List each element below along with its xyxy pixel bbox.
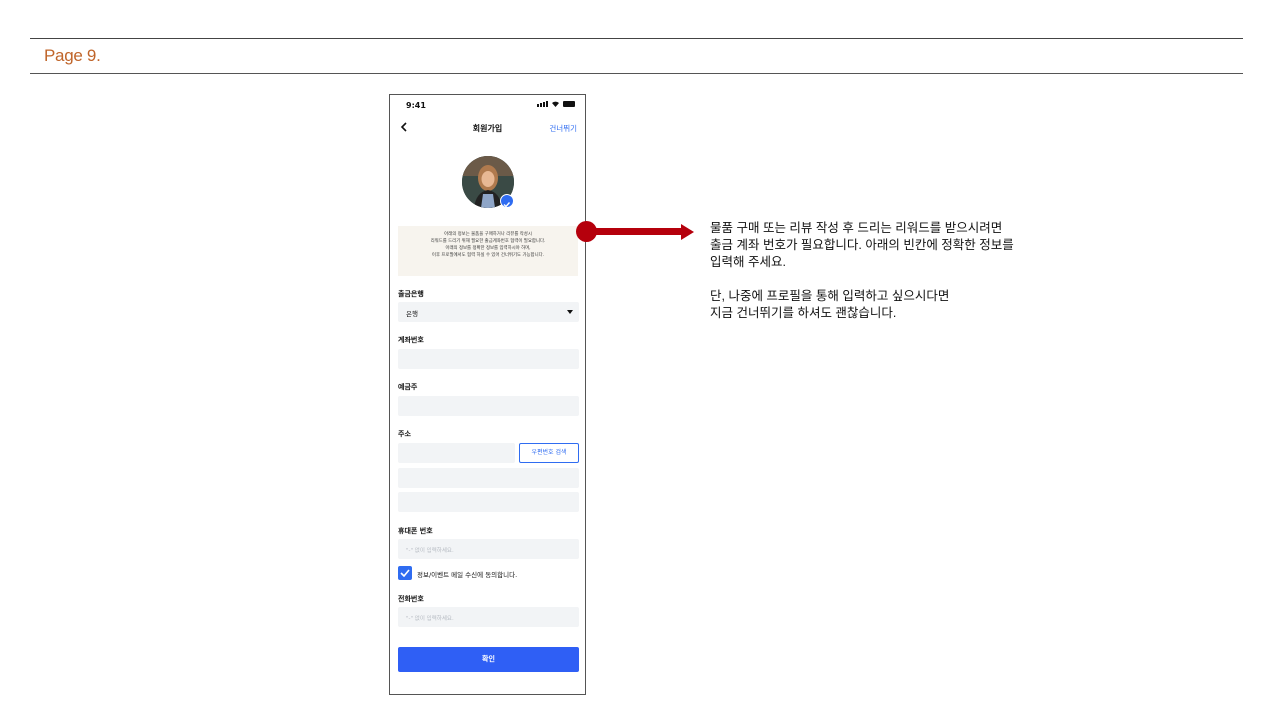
bank-label: 출금은행 xyxy=(398,290,424,298)
zipcode-search-button[interactable]: 우편번호 검색 xyxy=(519,443,579,463)
status-bar: 9:41 xyxy=(390,95,585,117)
page-label: Page 9. xyxy=(44,46,101,65)
notice-line: 리워드를 드리기 위해 필요한 출금계좌번호 협력이 필요합니다. xyxy=(430,239,546,244)
mobile-label: 휴대폰 번호 xyxy=(398,527,433,535)
status-icons xyxy=(537,100,575,107)
battery-icon xyxy=(563,101,575,107)
annotation-arrow-line xyxy=(590,228,682,235)
annotation-arrow-head-icon xyxy=(681,224,694,240)
back-arrow-icon[interactable] xyxy=(399,121,409,133)
skip-button[interactable]: 건너뛰기 xyxy=(549,123,577,134)
confirm-button[interactable]: 확인 xyxy=(398,647,579,672)
address-input[interactable] xyxy=(398,468,579,488)
check-icon xyxy=(400,569,410,577)
info-notice: 아래의 정보는 물품을 구매하거나 리뷰를 작성시 리워드를 드리기 위해 필요… xyxy=(398,226,578,276)
account-label: 계좌번호 xyxy=(398,336,424,344)
mobile-input[interactable]: "-" 없이 입력하세요. xyxy=(398,539,579,559)
mobile-placeholder: "-" 없이 입력하세요. xyxy=(406,548,454,554)
zipcode-input[interactable] xyxy=(398,443,515,463)
phone-label: 전화번호 xyxy=(398,595,424,603)
nav-bar: 회원가입 건너뛰기 xyxy=(390,117,585,139)
account-input[interactable] xyxy=(398,349,579,369)
phone-input[interactable]: "-" 없이 입력하세요. xyxy=(398,607,579,627)
phone-placeholder: "-" 없이 입력하세요. xyxy=(406,616,454,622)
notice-line: 이후 프로필에서도 협력 하실 수 있어 건너뛰기도 가능합니다. xyxy=(431,253,545,258)
holder-input[interactable] xyxy=(398,396,579,416)
phone-mockup: 9:41 회원가입 건너뛰기 아래의 정보는 물품을 구매하거나 리뷰를 작성시… xyxy=(389,94,586,695)
caret-down-icon xyxy=(567,310,573,314)
address-label: 주소 xyxy=(398,430,411,438)
agree-checkbox[interactable] xyxy=(398,566,412,580)
annotation-line: 지금 건너뛰기를 하셔도 괜찮습니다. xyxy=(710,306,897,320)
annotation-line: 단, 나중에 프로필을 통해 입력하고 싶으시다면 xyxy=(710,289,950,303)
annotation-line: 물품 구매 또는 리뷰 작성 후 드리는 리워드를 받으시려면 xyxy=(710,221,1003,235)
verified-check-icon xyxy=(500,194,514,208)
holder-label: 예금주 xyxy=(398,383,418,391)
annotation-line: 입력해 주세요. xyxy=(710,255,786,269)
annotation-text: 물품 구매 또는 리뷰 작성 후 드리는 리워드를 받으시려면 출금 계좌 번호… xyxy=(710,220,1110,322)
status-time: 9:41 xyxy=(406,101,426,110)
bank-select[interactable]: 은행 xyxy=(398,302,579,322)
address-detail-input[interactable] xyxy=(398,492,579,512)
signal-icon xyxy=(537,101,548,107)
wifi-icon xyxy=(552,101,559,107)
top-divider xyxy=(30,38,1243,39)
header-divider xyxy=(30,73,1243,74)
annotation-dot xyxy=(576,221,597,242)
bank-select-value: 은행 xyxy=(406,310,418,318)
annotation-line: 출금 계좌 번호가 필요합니다. 아래의 빈칸에 정확한 정보를 xyxy=(710,238,1014,252)
notice-line: 아래의 정보를 정확한 정보를 입력하시야 하며, xyxy=(445,246,531,251)
notice-line: 아래의 정보는 물품을 구매하거나 리뷰를 작성시 xyxy=(444,232,532,237)
agree-label: 정보/이벤트 메일 수신에 동의합니다. xyxy=(417,571,518,579)
